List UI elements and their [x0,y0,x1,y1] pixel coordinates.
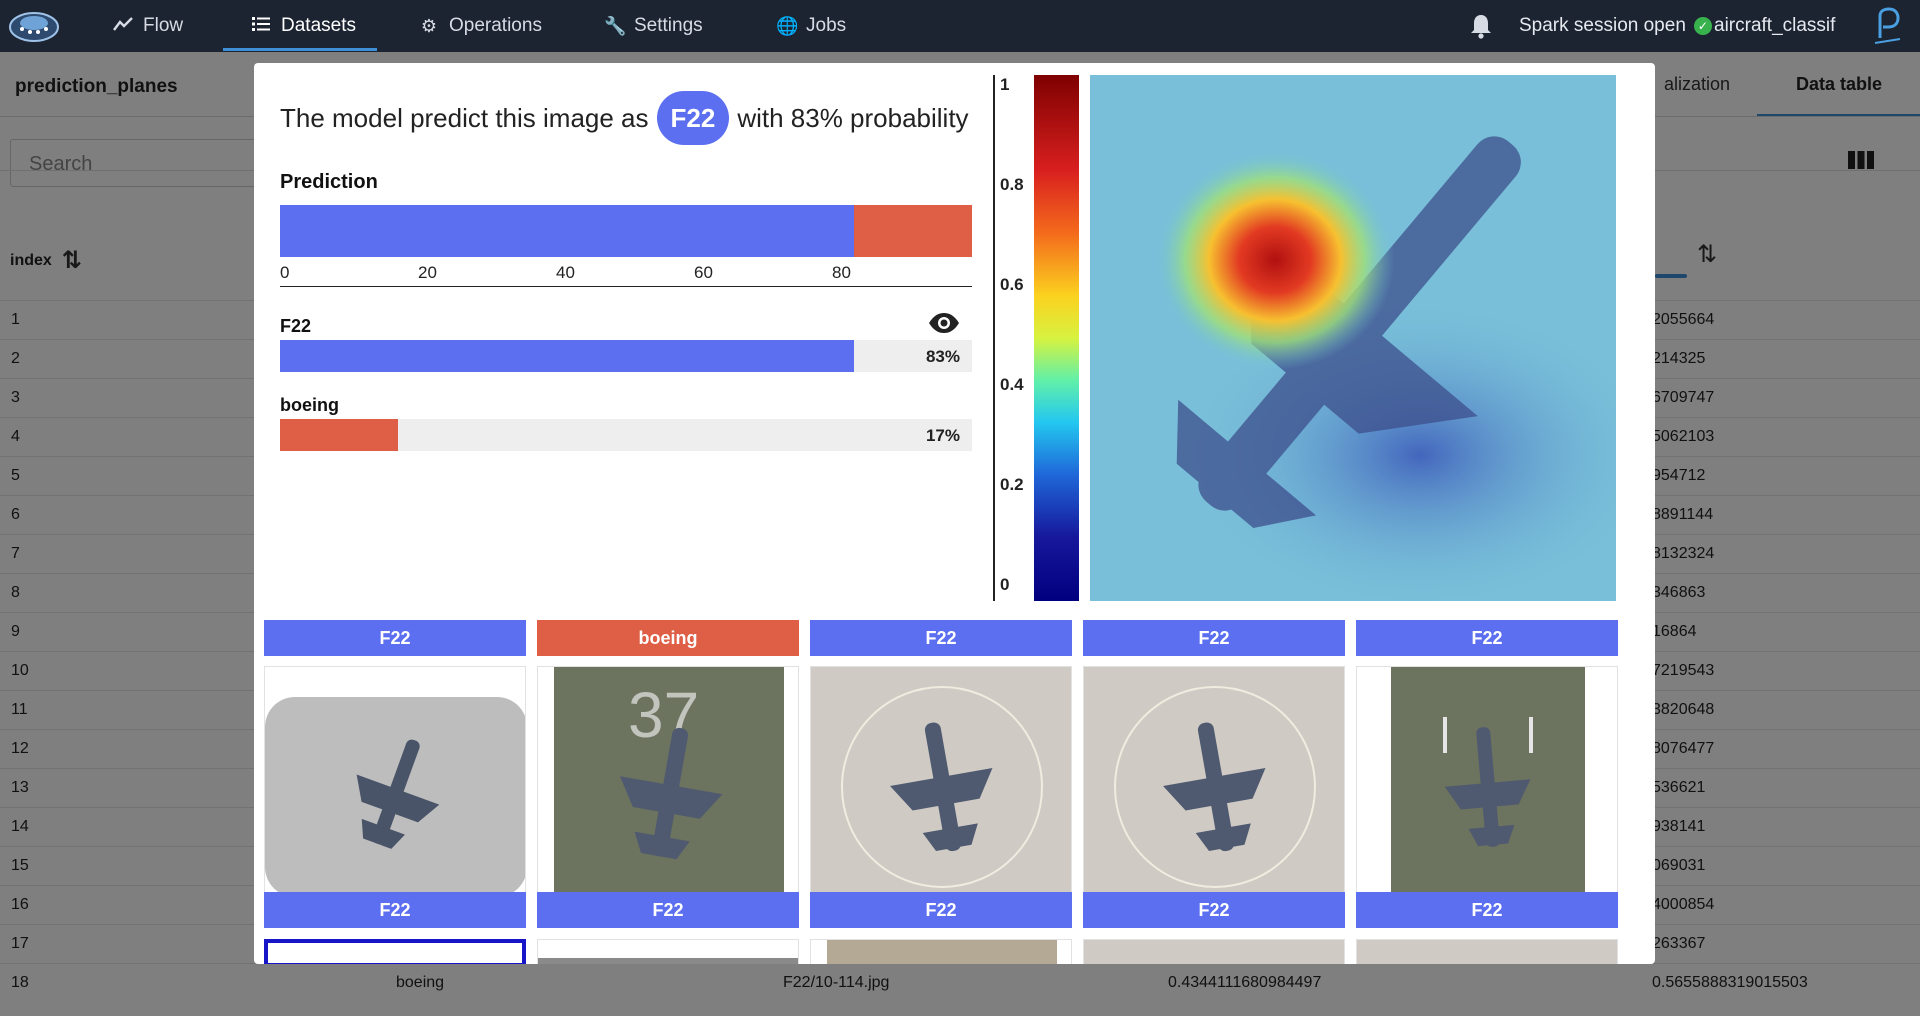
bell-icon[interactable] [1468,12,1494,40]
nav-jobs[interactable]: 🌐 Jobs [776,0,846,52]
session-status-label: Spark session open [1519,15,1686,36]
image-thumbnail[interactable] [1083,939,1345,964]
top-navbar: Flow Datasets ⚙ Operations 🔧 Settings 🌐 … [0,0,1920,52]
class-bar-boeing: 17% [280,419,972,451]
nav-jobs-label: Jobs [806,15,847,36]
gear-icon: ⚙ [420,15,438,36]
list-icon [251,16,271,37]
colorbar-tick: 0.4 [1000,375,1024,394]
colorbar-tick: 1 [1000,75,1010,94]
class-percentage: 17% [925,426,960,445]
thumbnail-caption: F22 [1083,892,1345,928]
thumbnail-caption: F22 [264,620,526,656]
axis-tick: 80 [832,263,851,282]
thumbnail-caption: F22 [537,892,799,928]
prediction-title: Prediction [280,171,378,193]
class-label-f22: F22 [280,316,312,336]
section-divider [993,75,995,601]
image-thumbnail[interactable] [537,939,799,964]
prediction-axis: 0 20 40 60 80 [280,257,972,287]
image-thumbnail[interactable] [1083,666,1345,896]
image-thumbnail[interactable] [264,666,526,896]
predicted-label-badge: F22 [656,91,730,145]
stacked-segment-boeing [854,205,972,257]
thumbnail-caption: F22 [1356,892,1618,928]
prediction-sentence: The model predict this image as F22 with… [280,91,969,145]
nav-datasets[interactable]: Datasets [251,0,356,52]
thumbnail-caption: F22 [810,620,1072,656]
colorbar [1034,75,1079,601]
axis-tick: 0 [280,263,290,282]
image-thumbnail[interactable]: 37 [537,666,799,896]
colorbar-tick: 0.2 [1000,475,1024,494]
class-label-boeing: boeing [280,395,339,415]
brand-logo-icon [1874,7,1901,44]
spark-session-status[interactable]: Spark session open ✓ [1519,0,1712,52]
thumbnail-caption: boeing [537,620,799,656]
prediction-sentence-start: The model predict this image as [280,102,649,133]
eye-icon[interactable] [928,312,960,334]
thumbnail-caption: F22 [1083,620,1345,656]
thumbnail-caption: F22 [810,892,1072,928]
nav-settings[interactable]: 🔧 Settings [604,0,703,52]
class-percentage: 83% [925,347,960,366]
class-bar-f22: 83% [280,340,972,372]
thumbnail-caption: F22 [1356,620,1618,656]
flow-icon [113,16,133,37]
colorbar-tick: 0.8 [1000,175,1024,194]
axis-tick: 60 [694,263,713,282]
nav-settings-label: Settings [634,15,703,36]
nav-flow-label: Flow [143,15,184,36]
axis-tick: 20 [418,263,437,282]
globe-search-icon: 🌐 [776,15,799,36]
check-circle-icon: ✓ [1693,17,1712,35]
image-thumbnail[interactable] [1356,939,1618,964]
nav-datasets-label: Datasets [281,15,356,36]
prediction-modal: The model predict this image as F22 with… [254,63,1655,964]
attention-heatmap-image [1090,75,1616,601]
nav-active-indicator [223,48,377,51]
class-bar-fill [280,419,398,451]
app-logo-icon[interactable] [8,7,60,45]
prediction-sentence-end: with 83% probability [737,102,969,133]
nav-operations[interactable]: ⚙ Operations [419,0,542,52]
image-thumbnail[interactable] [810,939,1072,964]
colorbar-tick: 0.6 [1000,275,1024,294]
stacked-segment-f22 [280,205,855,257]
nav-operations-label: Operations [449,15,542,36]
nav-flow[interactable]: Flow [113,0,183,52]
prediction-stacked-bar [280,205,972,257]
class-bar-fill [280,340,855,372]
image-thumbnail-selected[interactable] [264,939,526,964]
colorbar-tick: 0 [1000,575,1010,594]
axis-tick: 40 [556,263,575,282]
svg-text:37: 37 [628,679,699,751]
wrench-icon: 🔧 [604,15,627,36]
project-name[interactable]: aircraft_classif [1714,0,1835,52]
image-thumbnail[interactable] [1356,666,1618,896]
image-thumbnail[interactable] [810,666,1072,896]
thumbnail-caption: F22 [264,892,526,928]
